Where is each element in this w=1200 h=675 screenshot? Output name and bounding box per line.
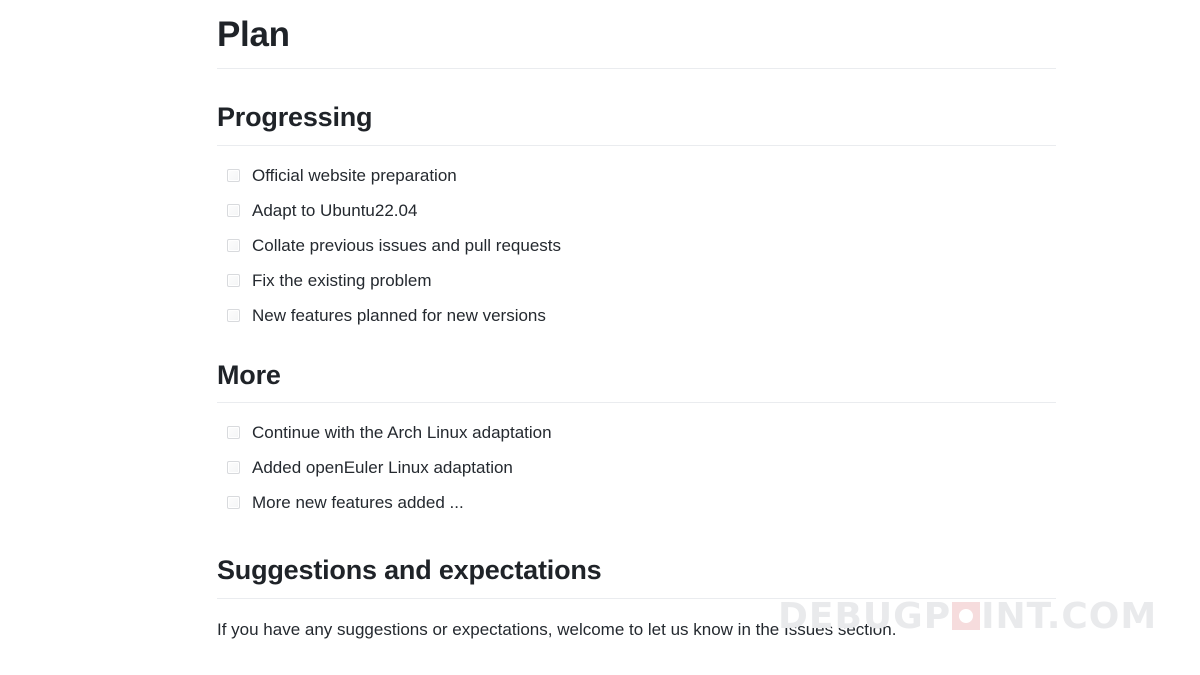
task-label: Adapt to Ubuntu22.04 — [252, 200, 418, 220]
task-label: Collate previous issues and pull request… — [252, 235, 562, 255]
task-label: Fix the existing problem — [252, 270, 432, 290]
task-label: More new features added ... — [252, 493, 464, 513]
task-list-item[interactable]: Adapt to Ubuntu22.04 — [217, 200, 1056, 235]
task-list-item[interactable]: Added openEuler Linux adaptation — [217, 457, 1056, 492]
section-heading-more: More — [217, 327, 1056, 404]
task-list-item[interactable]: Fix the existing problem — [217, 270, 1056, 305]
task-list-progressing: Official website preparation Adapt to Ub… — [217, 146, 1056, 327]
task-list-item[interactable]: New features planned for new versions — [217, 305, 1056, 327]
checkbox-unchecked-icon[interactable] — [227, 168, 240, 182]
checkbox-unchecked-icon[interactable] — [227, 238, 240, 252]
checkbox-unchecked-icon[interactable] — [227, 426, 240, 440]
section-heading-progressing: Progressing — [217, 69, 1056, 146]
task-list-item[interactable]: More new features added ... — [217, 492, 1056, 514]
section-heading-suggestions: Suggestions and expectations — [217, 514, 1056, 599]
task-list-item[interactable]: Official website preparation — [217, 165, 1056, 200]
checkbox-unchecked-icon[interactable] — [227, 496, 240, 510]
checkbox-unchecked-icon[interactable] — [227, 273, 240, 287]
task-list-item[interactable]: Collate previous issues and pull request… — [217, 235, 1056, 270]
task-label: Continue with the Arch Linux adaptation — [252, 423, 552, 443]
task-list-item[interactable]: Continue with the Arch Linux adaptation — [217, 422, 1056, 457]
task-label: Added openEuler Linux adaptation — [252, 458, 513, 478]
task-label: Official website preparation — [252, 165, 457, 185]
task-label: New features planned for new versions — [252, 305, 546, 325]
document-content: Plan Progressing Official website prepar… — [217, 0, 1056, 642]
page-title: Plan — [217, 0, 1056, 69]
suggestions-paragraph: If you have any suggestions or expectati… — [217, 620, 897, 639]
checkbox-unchecked-icon[interactable] — [227, 461, 240, 475]
checkbox-unchecked-icon[interactable] — [227, 308, 240, 322]
task-list-more: Continue with the Arch Linux adaptation … — [217, 403, 1056, 514]
checkbox-unchecked-icon[interactable] — [227, 203, 240, 217]
plan-page: DEBUGP INT.COM Plan Progressing Official … — [0, 0, 1200, 675]
